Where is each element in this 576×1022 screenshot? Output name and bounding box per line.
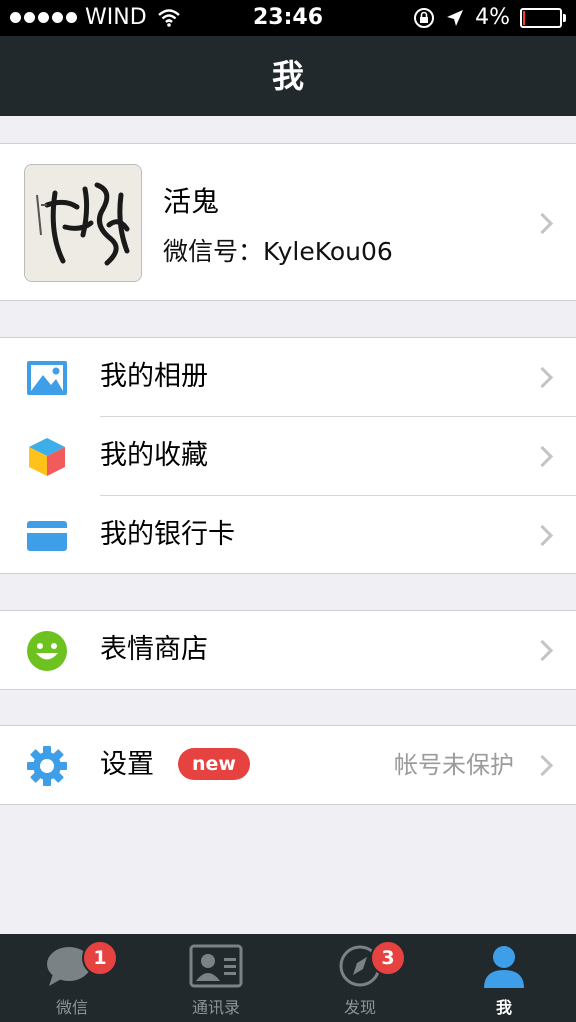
menu-group-settings: 设置 new 帐号未保护: [0, 725, 576, 805]
menu-group-personal: 我的相册 我的收藏 我的银行卡: [0, 337, 576, 574]
tab-discover[interactable]: 3 发现: [288, 934, 432, 1022]
bank-card-row[interactable]: 我的银行卡: [0, 496, 576, 574]
rotation-lock-icon: [414, 7, 435, 28]
account-unprotected-hint: 帐号未保护: [394, 751, 514, 779]
location-icon: [447, 9, 464, 26]
chevron-right-icon: [531, 366, 554, 389]
battery-icon: [520, 7, 566, 28]
card-icon: [27, 521, 67, 551]
battery-fill: [523, 10, 525, 25]
tab-bar: 1 微信 通讯录 3 发现 我: [0, 934, 576, 1022]
gear-icon: [27, 746, 67, 786]
contacts-card-icon: [189, 944, 243, 988]
chevron-right-icon: [531, 754, 554, 777]
wechat-id: 微信号：KyleKou06: [163, 237, 393, 266]
avatar[interactable]: [24, 164, 142, 282]
unread-badge: 1: [82, 940, 118, 976]
photo-album-icon: [27, 361, 67, 395]
status-bar: WIND 23:46 4%: [0, 0, 576, 36]
favorites-row[interactable]: 我的收藏: [0, 417, 576, 495]
page-title: 我: [0, 36, 576, 116]
new-badge: new: [178, 748, 250, 780]
chevron-right-icon: [531, 212, 554, 235]
bank-card-label: 我的银行卡: [100, 519, 235, 550]
smiley-icon: [27, 631, 67, 671]
sticker-store-row[interactable]: 表情商店: [0, 611, 576, 689]
chevron-right-icon: [531, 639, 554, 662]
cube-icon: [29, 438, 65, 476]
tab-contacts[interactable]: 通讯录: [144, 934, 288, 1022]
tab-chats[interactable]: 1 微信: [0, 934, 144, 1022]
tab-label: 微信: [55, 998, 88, 1017]
settings-row[interactable]: 设置 new 帐号未保护: [0, 726, 576, 804]
chevron-right-icon: [531, 445, 554, 468]
person-icon: [484, 946, 524, 988]
sticker-store-label: 表情商店: [100, 634, 208, 665]
tab-label: 发现: [343, 998, 376, 1017]
favorites-label: 我的收藏: [100, 440, 208, 471]
settings-label: 设置: [100, 749, 154, 780]
unread-badge: 3: [370, 940, 406, 976]
album-row[interactable]: 我的相册: [0, 338, 576, 416]
chevron-right-icon: [531, 524, 554, 547]
tab-label: 我: [495, 998, 512, 1017]
tab-me[interactable]: 我: [432, 934, 576, 1022]
album-label: 我的相册: [100, 361, 208, 392]
status-right: 4%: [413, 5, 566, 30]
menu-group-stickers: 表情商店: [0, 610, 576, 690]
calligraphy-avatar-image: [25, 165, 141, 281]
tab-label: 通讯录: [191, 998, 240, 1017]
battery-percent: 4%: [475, 5, 510, 30]
profile-name: 活鬼: [163, 185, 220, 218]
profile-card[interactable]: 活鬼 微信号：KyleKou06: [0, 143, 576, 301]
